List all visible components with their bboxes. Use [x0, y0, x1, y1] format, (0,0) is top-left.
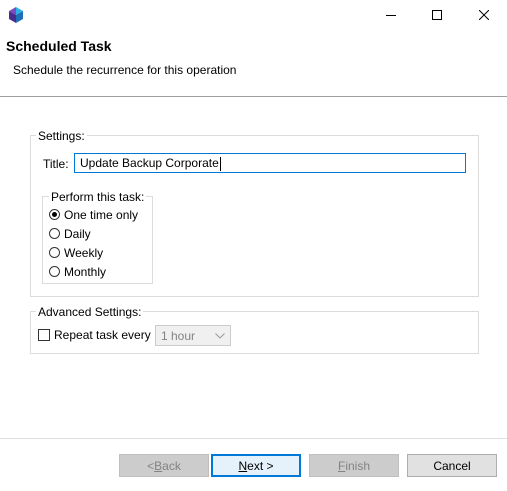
cancel-button[interactable]: Cancel: [407, 454, 497, 477]
maximize-icon: [432, 10, 442, 20]
radio-icon[interactable]: [49, 266, 60, 277]
radio-icon[interactable]: [49, 228, 60, 239]
radio-label: Weekly: [64, 245, 104, 260]
repeat-task-checkbox[interactable]: [38, 329, 50, 341]
maximize-button[interactable]: [414, 0, 460, 30]
radio-label: One time only: [64, 207, 139, 222]
perform-task-legend: Perform this task:: [49, 190, 147, 204]
back-button[interactable]: < Back: [119, 454, 209, 477]
radio-label: Daily: [64, 226, 91, 241]
text-caret: [219, 156, 221, 171]
finish-button[interactable]: Finish: [309, 454, 399, 477]
settings-legend: Settings:: [36, 129, 87, 143]
repeat-interval-value: 1 hour: [161, 328, 196, 343]
close-button[interactable]: [461, 0, 507, 30]
page-subtitle: Schedule the recurrence for this operati…: [13, 63, 237, 77]
radio-label: Monthly: [64, 264, 107, 279]
minimize-button[interactable]: [368, 0, 414, 30]
radio-daily[interactable]: Daily: [49, 224, 138, 243]
chevron-down-icon: [210, 326, 230, 345]
radio-icon[interactable]: [49, 247, 60, 258]
radio-icon[interactable]: [49, 209, 60, 220]
minimize-icon: [386, 15, 396, 16]
repeat-interval-select[interactable]: 1 hour: [155, 325, 231, 346]
app-logo-icon: [9, 7, 23, 23]
repeat-task-checkbox-row[interactable]: Repeat task every: [38, 328, 151, 342]
title-label: Title:: [43, 157, 69, 171]
close-icon: [479, 10, 489, 20]
title-input-value: Update Backup Corporate: [80, 156, 219, 170]
advanced-settings-legend: Advanced Settings:: [36, 305, 144, 319]
radio-one-time-only[interactable]: One time only: [49, 205, 138, 224]
repeat-task-label: Repeat task every: [54, 328, 151, 342]
perform-task-options: One time only Daily Weekly Monthly: [49, 205, 138, 281]
title-input[interactable]: Update Backup Corporate: [74, 153, 466, 173]
header-divider: [0, 96, 507, 97]
next-button[interactable]: Next >: [211, 454, 301, 477]
radio-weekly[interactable]: Weekly: [49, 243, 138, 262]
page-title: Scheduled Task: [6, 38, 112, 54]
radio-monthly[interactable]: Monthly: [49, 262, 138, 281]
footer-divider: [0, 438, 507, 439]
title-bar: [0, 0, 507, 30]
